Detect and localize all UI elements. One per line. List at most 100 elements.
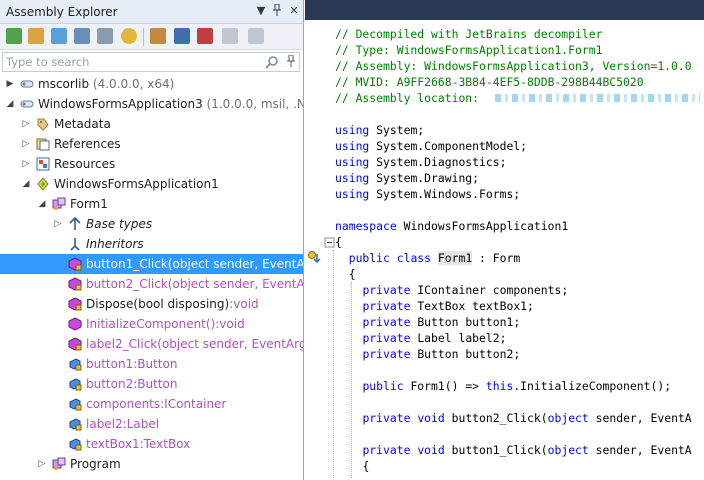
tree-item-program[interactable]: ▷ Program xyxy=(0,454,303,474)
tree-item-namespace[interactable]: ◢ WindowsFormsApplication1 xyxy=(0,174,303,194)
code-using-line: using System; xyxy=(335,123,425,137)
tree-label: Resources xyxy=(54,157,116,171)
pin-icon[interactable] xyxy=(270,3,284,19)
code-brace: { xyxy=(362,459,370,473)
collapse-arrow-icon[interactable]: ◢ xyxy=(5,94,15,114)
tree-label-suffix: :void xyxy=(229,297,259,311)
expand-arrow-icon[interactable]: ▷ xyxy=(37,454,47,474)
expand-arrow-icon[interactable]: ▷ xyxy=(53,214,63,234)
indent-guide xyxy=(333,250,334,478)
open-assembly-icon[interactable] xyxy=(6,28,22,44)
tree-label: textBox1:TextBox xyxy=(86,437,191,451)
method-icon xyxy=(68,297,82,311)
base-types-icon xyxy=(69,217,81,230)
toolbar-separator xyxy=(143,28,144,46)
tree-item-resources[interactable]: ▷ Resources xyxy=(0,154,303,174)
open-from-gac-icon[interactable] xyxy=(51,28,67,44)
tree-item-references[interactable]: ▷ References xyxy=(0,134,303,154)
tree-label: InitializeComponent():void xyxy=(86,317,245,331)
tree-item-initializecomponent[interactable]: InitializeComponent():void xyxy=(0,314,303,334)
search-icon[interactable] xyxy=(265,55,279,69)
tree-item-base-types[interactable]: ▷ Base types xyxy=(0,214,303,234)
open-folder-icon[interactable] xyxy=(28,28,44,44)
code-field-line: private Label label2; xyxy=(362,331,507,345)
generate-pdb-icon[interactable] xyxy=(248,28,264,44)
code-field-line: private TextBox textBox1; xyxy=(362,299,534,313)
expand-arrow-icon[interactable]: ▷ xyxy=(21,114,31,134)
tree-item-windowsformsapplication3[interactable]: ◢ WindowsFormsApplication3 (1.0.0.0, msi… xyxy=(0,94,303,114)
field-icon xyxy=(69,398,82,411)
tree-item-label2-field[interactable]: label2:Label xyxy=(0,414,303,434)
tree-item-button2-click[interactable]: button2_Click(object sender, EventArgs e xyxy=(0,274,304,294)
settings-gear-icon[interactable] xyxy=(121,28,137,44)
close-icon[interactable]: ✕ xyxy=(287,4,301,17)
code-comment: // Type: WindowsFormsApplication1.Form1 xyxy=(335,43,603,57)
code-comment: // Assembly location: xyxy=(335,91,480,105)
code-constructor-line: public Form1() => this.InitializeCompone… xyxy=(362,379,672,393)
tree-label: mscorlib xyxy=(38,77,90,91)
class-icon xyxy=(52,457,66,470)
tree-item-components-field[interactable]: components:IContainer xyxy=(0,394,303,414)
assembly-list-icon[interactable] xyxy=(150,28,166,44)
tree-label: Form1 xyxy=(70,197,108,211)
field-icon xyxy=(69,418,82,431)
tree-label: References xyxy=(54,137,121,151)
inheritors-icon xyxy=(70,238,80,251)
code-brace: { xyxy=(348,267,356,281)
code-field-line: private Button button1; xyxy=(362,315,521,329)
expand-arrow-icon[interactable]: ▶ xyxy=(5,74,15,94)
tree-item-textbox1-field[interactable]: textBox1:TextBox xyxy=(0,434,303,454)
tree-label: button2_Click(object sender, EventArgs e xyxy=(86,277,304,291)
expand-arrow-icon[interactable]: ▷ xyxy=(21,134,31,154)
save-icon[interactable] xyxy=(174,28,190,44)
method-icon xyxy=(68,337,82,351)
indent-guide xyxy=(351,282,352,478)
search-pin-icon[interactable] xyxy=(287,54,295,70)
field-icon xyxy=(69,438,82,451)
code-editor[interactable]: // Decompiled with JetBrains decompiler … xyxy=(305,0,704,480)
tree-label: Base types xyxy=(86,217,153,231)
dropdown-icon[interactable]: ▼ xyxy=(254,4,268,17)
expand-arrow-icon[interactable]: ▷ xyxy=(21,154,31,174)
tree-item-mscorlib[interactable]: ▶ mscorlib (4.0.0.0, x64) xyxy=(0,74,303,94)
search-input[interactable] xyxy=(6,54,256,70)
code-field-line: private Button button2; xyxy=(362,347,521,361)
collapse-marker-icon[interactable] xyxy=(323,236,337,250)
namespace-icon xyxy=(37,177,49,191)
tree-item-inheritors[interactable]: Inheritors xyxy=(0,234,303,254)
editor-tab-strip xyxy=(305,0,704,20)
panel-titlebar: Assembly Explorer ▼ ✕ xyxy=(0,0,303,24)
code-namespace-line: namespace WindowsFormsApplication1 xyxy=(335,219,569,233)
export-project-icon[interactable] xyxy=(222,28,238,44)
metadata-icon xyxy=(37,118,49,131)
tree-item-button2-field[interactable]: button2:Button xyxy=(0,374,303,394)
tree-label-suffix: (4.0.0.0, x64) xyxy=(89,77,175,91)
tree-label: button2:Button xyxy=(86,377,178,391)
code-using-line: using System.ComponentModel; xyxy=(335,139,528,153)
open-process-icon[interactable] xyxy=(97,28,113,44)
tree-item-metadata[interactable]: ▷ Metadata xyxy=(0,114,303,134)
explorer-toolbar xyxy=(0,24,303,50)
method-icon xyxy=(68,317,82,331)
code-field-line: private IContainer components; xyxy=(362,283,569,297)
tree-item-dispose[interactable]: Dispose(bool disposing):void xyxy=(0,294,303,314)
search-box xyxy=(2,52,300,72)
resources-icon xyxy=(36,157,50,171)
collapse-arrow-icon[interactable]: ◢ xyxy=(21,174,31,194)
code-comment: // Decompiled with JetBrains decompiler xyxy=(335,27,603,41)
code-method-line: private void button2_Click(object sender… xyxy=(362,411,692,425)
inheritance-marker-icon[interactable] xyxy=(307,250,321,264)
tree-label: WindowsFormsApplication3 xyxy=(38,97,203,111)
open-from-nuget-icon[interactable] xyxy=(74,28,90,44)
code-comment: // Assembly: WindowsFormsApplication3, V… xyxy=(335,59,692,73)
collapse-arrow-icon[interactable]: ◢ xyxy=(37,194,47,214)
tree-item-form1[interactable]: ◢ Form1 xyxy=(0,194,303,214)
code-comment: // MVID: A9FF2668-3B84-4EF5-8DDB-298B44B… xyxy=(335,75,644,89)
tree-item-button1-click[interactable]: button1_Click(object sender, EventArgs e xyxy=(0,254,303,274)
tree-item-button1-field[interactable]: button1:Button xyxy=(0,354,303,374)
remove-assembly-icon[interactable] xyxy=(197,28,213,44)
tree-item-label2-click[interactable]: label2_Click(object sender, EventArgs e)… xyxy=(0,334,303,354)
tree-label: Metadata xyxy=(54,117,111,131)
references-icon xyxy=(36,138,50,151)
tree-label: Inheritors xyxy=(86,237,144,251)
